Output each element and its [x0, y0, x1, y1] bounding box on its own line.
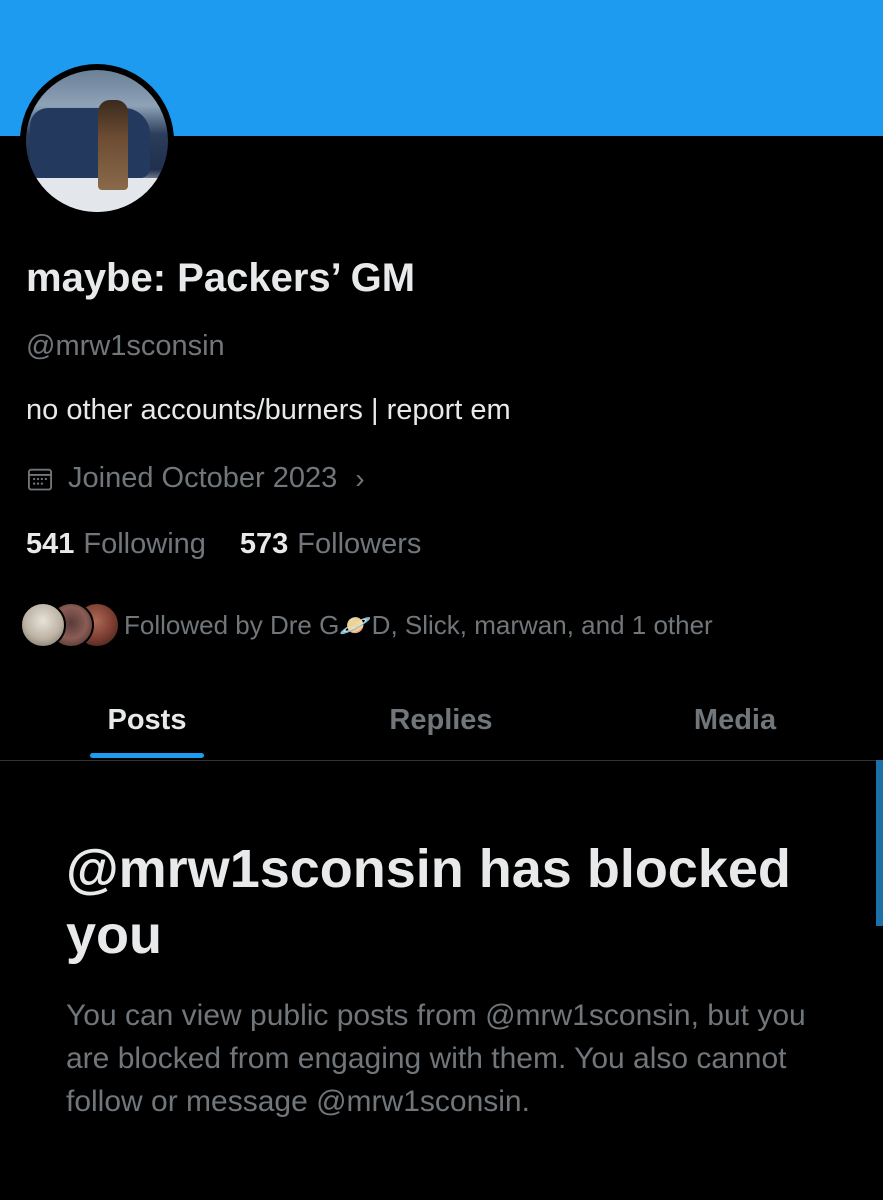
tab-label: Replies — [389, 703, 493, 736]
followers-label: Followers — [297, 528, 422, 560]
profile-bio: no other accounts/burners | report em — [26, 394, 511, 426]
following-count: 541 — [26, 528, 75, 560]
chevron-right-icon: › — [355, 462, 365, 494]
profile-tabs: Posts Replies Media — [0, 680, 883, 761]
avatar-snow-shape — [26, 178, 168, 212]
followers-count: 573 — [239, 528, 289, 560]
tab-replies[interactable]: Replies — [294, 680, 588, 760]
followers-link[interactable]: 573 Followers — [240, 528, 421, 561]
active-tab-indicator — [90, 753, 204, 758]
avatar-person-shape — [98, 100, 128, 190]
following-link[interactable]: 541 Following — [26, 528, 206, 561]
mutual-avatar — [20, 602, 66, 648]
profile-page: maybe: Packers’ GM @mrw1sconsin no other… — [0, 0, 883, 1200]
blocked-title: @mrw1sconsin has blocked you — [66, 839, 791, 965]
profile-avatar[interactable] — [20, 64, 174, 218]
joined-text: Joined October 2023 — [68, 462, 338, 494]
following-label: Following — [83, 528, 206, 560]
tab-posts[interactable]: Posts — [0, 680, 294, 760]
blocked-message: You can view public posts from @mrw1scon… — [66, 999, 806, 1118]
mutual-avatars — [20, 600, 120, 650]
calendar-icon — [27, 468, 53, 490]
tab-label: Media — [693, 703, 777, 736]
scrollbar[interactable] — [876, 760, 883, 926]
follow-counts: 541 Following 573 Followers — [26, 528, 421, 561]
followed-by-row[interactable]: Followed by Dre G🪐D, Slick, marwan, and … — [20, 600, 713, 650]
profile-handle: @mrw1sconsin — [26, 330, 225, 362]
followed-by-text: Followed by Dre G🪐D, Slick, marwan, and … — [124, 609, 713, 640]
joined-date-row[interactable]: Joined October 2023 › — [26, 462, 365, 495]
avatar-photo — [26, 70, 168, 212]
avatar-van-shape — [30, 108, 150, 178]
tab-label: Posts — [107, 703, 187, 736]
display-name: maybe: Packers’ GM — [26, 256, 416, 300]
tab-media[interactable]: Media — [588, 680, 882, 760]
